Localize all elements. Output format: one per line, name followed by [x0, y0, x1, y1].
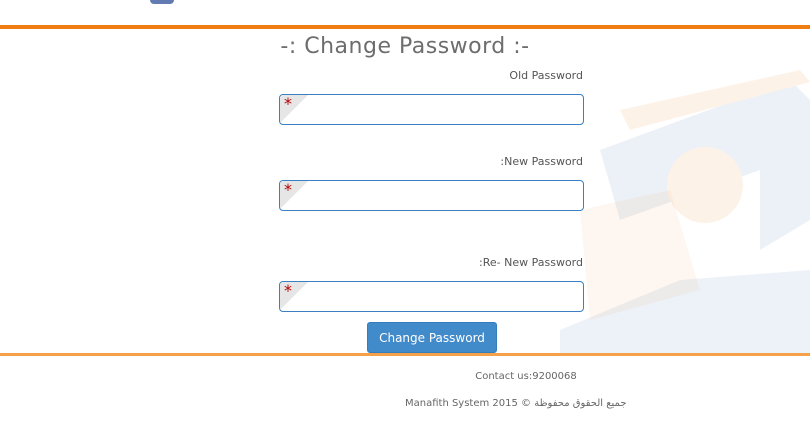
contact-text: Contact us:9200068 — [475, 371, 577, 382]
new-password-input[interactable] — [280, 181, 583, 210]
confirm-password-input[interactable] — [280, 282, 583, 311]
confirm-password-field[interactable]: * — [279, 281, 584, 312]
page-title: -: Change Password :- — [280, 34, 530, 59]
old-password-field[interactable]: * — [279, 94, 584, 125]
change-password-button[interactable]: Change Password — [367, 322, 497, 353]
new-password-field[interactable]: * — [279, 180, 584, 211]
old-password-input[interactable] — [280, 95, 583, 124]
header-divider — [0, 25, 810, 29]
watermark-logo — [560, 70, 810, 355]
contact-info: Contact us:9200068 — [0, 371, 810, 382]
confirm-password-label: :Re- New Password — [479, 256, 583, 269]
copyright-text: Manafith System 2015 © جميع الحقوق محفوظ… — [405, 398, 627, 409]
logo-fragment — [150, 0, 174, 4]
footer-divider — [0, 353, 810, 356]
new-password-label: :New Password — [500, 155, 583, 168]
old-password-label: Old Password — [509, 69, 583, 82]
